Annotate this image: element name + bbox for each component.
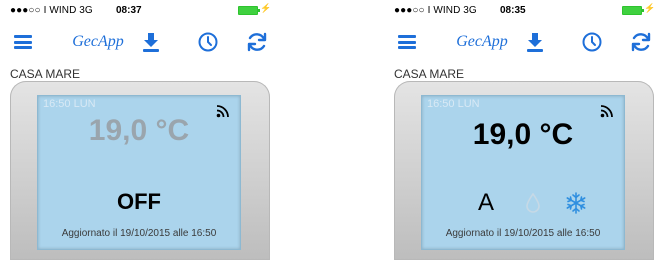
sync-icon[interactable] [628,28,654,56]
status-time: 08:35 [500,5,526,16]
nav-bar: GecApp [392,20,654,65]
app-title: GecApp [456,33,508,50]
drop-icon [526,192,540,218]
clock-icon[interactable] [194,28,222,56]
status-bar: ●●●○○ I WIND 3G 08:35 ⚡ [392,0,656,20]
updated-text: Aggiornato il 19/10/2015 alle 16:50 [445,228,601,239]
clock-icon[interactable] [578,28,606,56]
menu-icon[interactable] [10,28,36,56]
battery-icon [238,6,260,15]
sync-icon[interactable] [244,28,270,56]
house-name: CASA MARE [10,67,81,81]
charging-icon: ⚡ [260,3,272,13]
updated-text: Aggiornato il 19/10/2015 alle 16:50 [61,228,217,239]
display-clock: 16:50 LUN [427,98,480,110]
carrier-label: ●●●○○ I WIND 3G [10,5,93,16]
thermostat-panel[interactable]: 16:50 LUN 19,0 °C A Aggiornato il 19/10/… [394,81,654,260]
phone-screen-right: ●●●○○ I WIND 3G 08:35 ⚡ GecApp CASA MARE… [392,0,656,260]
charging-icon: ⚡ [644,3,656,13]
display-clock: 16:50 LUN [43,98,96,110]
app-title: GecApp [72,33,124,50]
thermostat-display: 16:50 LUN 19,0 °C A Aggiornato il 19/10/… [421,95,625,250]
snowflake-icon [565,192,587,219]
mode-label: A [478,189,495,216]
house-name: CASA MARE [394,67,465,81]
thermostat-display: 16:50 LUN 19,0 °C OFF Aggiornato il 19/1… [37,95,241,250]
status-bar: ●●●○○ I WIND 3G 08:37 ⚡ [8,0,272,20]
menu-icon[interactable] [394,28,420,56]
battery-icon [622,6,644,15]
temperature-value: 19,0 °C [88,114,190,147]
thermostat-panel[interactable]: 16:50 LUN 19,0 °C OFF Aggiornato il 19/1… [10,81,270,260]
nav-bar: GecApp [8,20,270,65]
carrier-label: ●●●○○ I WIND 3G [394,5,477,16]
download-icon[interactable] [520,28,550,56]
state-label: OFF [117,189,161,214]
temperature-value: 19,0 °C [472,118,574,151]
phone-screen-left: ●●●○○ I WIND 3G 08:37 ⚡ GecApp CASA MARE… [8,0,272,260]
status-time: 08:37 [116,5,142,16]
download-icon[interactable] [136,28,166,56]
